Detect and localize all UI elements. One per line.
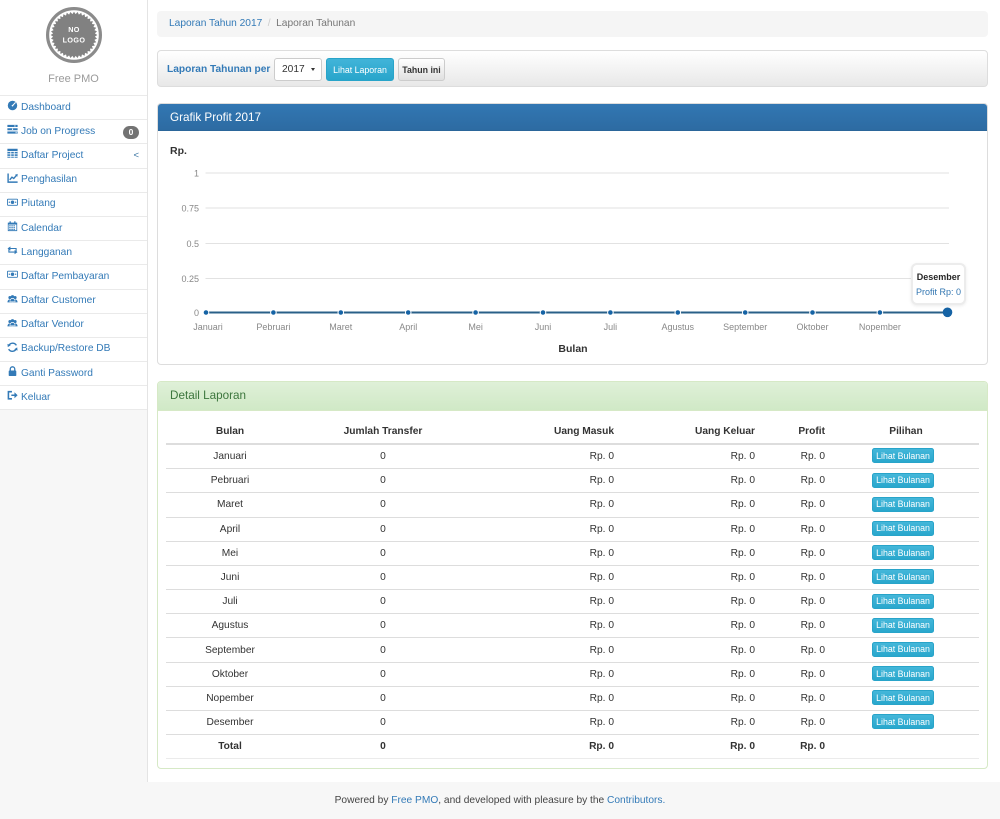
svg-text:Oktober: Oktober <box>796 322 828 332</box>
svg-text:0: 0 <box>194 308 199 318</box>
svg-text:Rp.: Rp. <box>170 145 187 157</box>
svg-text:Pebruari: Pebruari <box>256 322 290 332</box>
svg-text:0.5: 0.5 <box>186 239 199 249</box>
svg-text:April: April <box>399 322 417 332</box>
svg-text:September: September <box>723 322 767 332</box>
svg-text:Januari: Januari <box>193 322 223 332</box>
svg-text:LOGO: LOGO <box>62 35 85 44</box>
svg-text:Juni: Juni <box>535 322 552 332</box>
svg-text:1: 1 <box>194 169 199 179</box>
svg-text:Agustus: Agustus <box>662 322 695 332</box>
svg-text:0.75: 0.75 <box>181 204 199 214</box>
svg-text:Maret: Maret <box>329 322 353 332</box>
svg-text:Bulan: Bulan <box>558 343 587 355</box>
svg-text:Mei: Mei <box>468 322 483 332</box>
svg-text:0.25: 0.25 <box>181 274 199 284</box>
svg-text:NO: NO <box>68 25 80 34</box>
svg-text:Nopember: Nopember <box>859 322 901 332</box>
svg-text:Juli: Juli <box>604 322 618 332</box>
